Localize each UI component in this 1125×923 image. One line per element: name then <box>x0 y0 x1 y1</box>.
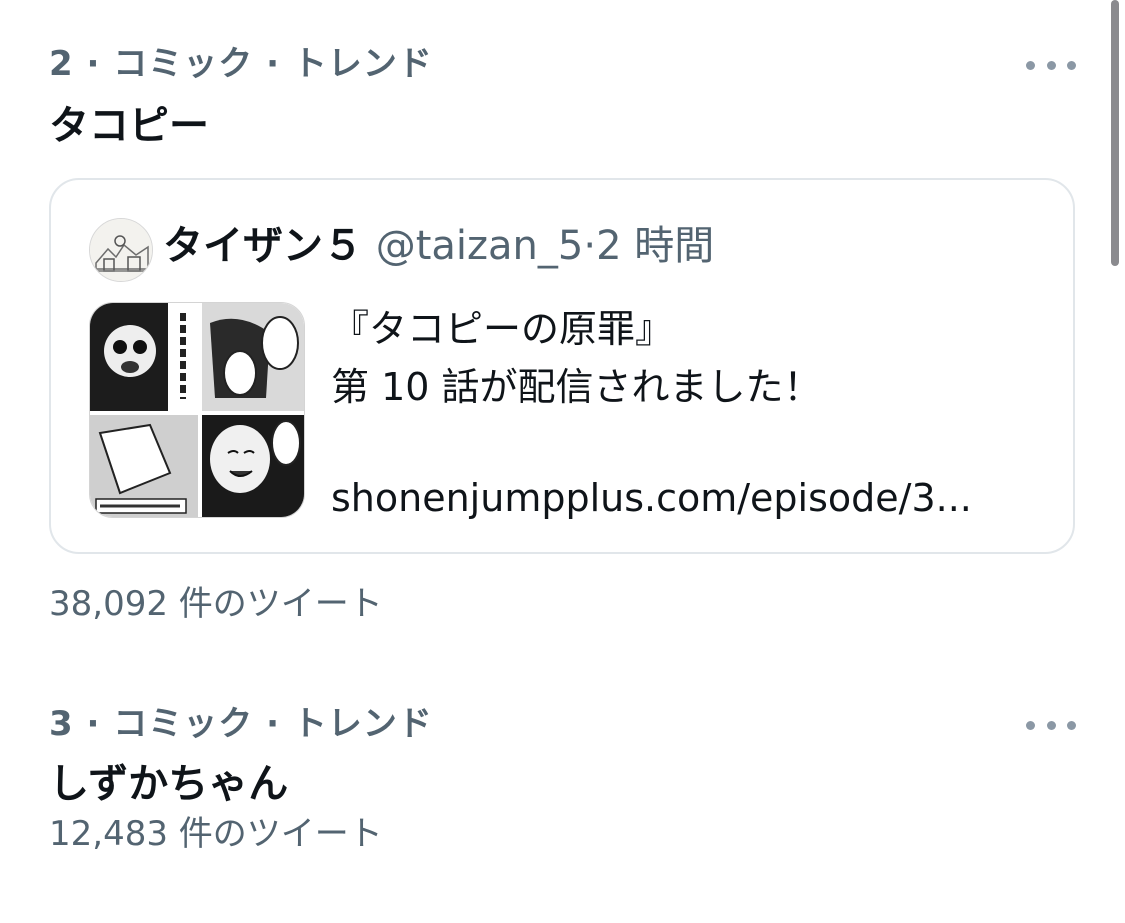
more-dot <box>1046 60 1056 70</box>
more-dot <box>1067 720 1076 730</box>
trend-name: タコピー <box>49 103 209 149</box>
trend-meta: 3 · コミック · トレンド <box>49 704 433 744</box>
tweet-text-line: 第 10 話が配信されました！ <box>331 365 822 409</box>
tweet-image-thumbnail[interactable] <box>89 302 305 518</box>
more-dot <box>1067 60 1076 70</box>
avatar[interactable] <box>89 218 153 282</box>
tweet-header: タイザン５ @taizan_5·2 時間 <box>163 220 1053 272</box>
trend-item[interactable]: 3 · コミック · トレンド しずかちゃん 12,483 件のツイート <box>49 704 1076 854</box>
trend-meta: 2 · コミック · トレンド <box>49 44 433 84</box>
trend-tweet-count: 38,092 件のツイート <box>49 584 383 624</box>
tweet-link[interactable]: shonenjumpplus.com/episode/3... <box>331 472 1063 524</box>
embedded-tweet-card[interactable]: タイザン５ @taizan_5·2 時間 『タコピーの原罪』 第 10 話が配信… <box>49 178 1075 554</box>
trend-tweet-count: 12,483 件のツイート <box>49 814 383 854</box>
trend-name: しずかちゃん <box>49 761 289 807</box>
more-horizontal-icon <box>1026 60 1035 70</box>
scrollbar[interactable] <box>1111 0 1119 266</box>
separator: · <box>583 223 597 269</box>
more-dot <box>1046 720 1056 730</box>
more-options-button[interactable] <box>1026 48 1076 82</box>
display-name[interactable]: タイザン５ <box>163 223 363 269</box>
more-options-button[interactable] <box>1026 708 1076 742</box>
tweet-text: 『タコピーの原罪』 第 10 話が配信されました！ <box>331 300 1053 416</box>
user-handle[interactable]: @taizan_5 <box>376 223 584 269</box>
tweet-text-line: 『タコピーの原罪』 <box>331 307 674 351</box>
tweet-time[interactable]: 2 時間 <box>596 223 714 269</box>
more-horizontal-icon <box>1026 720 1035 730</box>
trend-item[interactable]: 2 · コミック · トレンド タコピー <box>49 44 1076 150</box>
